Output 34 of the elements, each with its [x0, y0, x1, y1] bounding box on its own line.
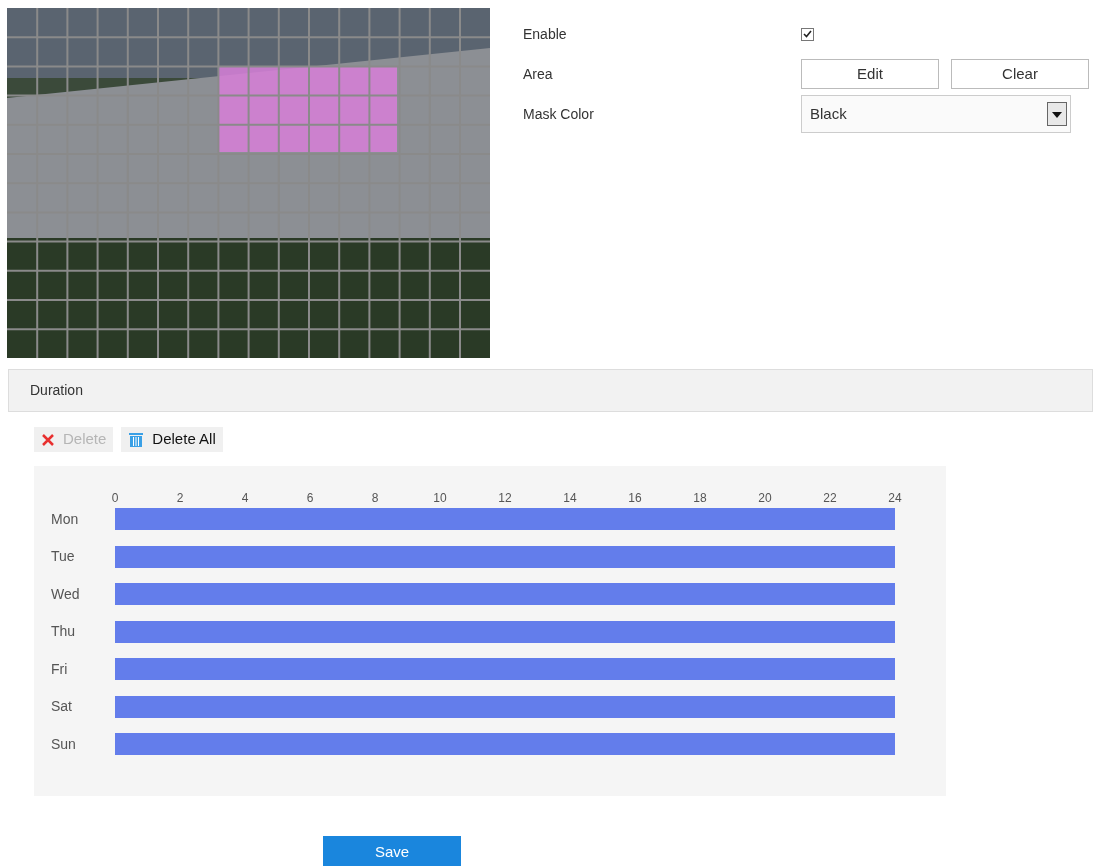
day-label: Fri	[50, 659, 69, 679]
day-label: Wed	[50, 584, 81, 604]
hour-tick-label: 14	[563, 490, 577, 507]
hour-tick-label: 20	[758, 490, 772, 507]
hour-tick-label: 10	[433, 490, 447, 507]
mask-color-select[interactable]: Black	[801, 95, 1071, 133]
duration-header: Duration	[8, 369, 1093, 412]
delete-all-button[interactable]: Delete All	[121, 427, 223, 452]
select-value: Black	[810, 103, 847, 124]
hour-tick-label: 22	[823, 490, 837, 507]
hour-tick-label: 16	[628, 490, 642, 507]
day-label: Tue	[50, 547, 76, 566]
hour-tick-label: 24	[888, 490, 902, 507]
trash-icon	[128, 431, 145, 448]
enable-label: Enable	[523, 24, 568, 44]
hour-tick-label: 4	[241, 490, 249, 507]
day-label: Sun	[50, 734, 77, 754]
checkmark-icon	[803, 30, 812, 38]
hour-tick-label: 2	[176, 490, 184, 507]
clear-button[interactable]: Clear	[951, 59, 1089, 89]
hour-tick-label: 8	[371, 490, 379, 507]
mask-color-label: Mask Color	[523, 104, 595, 124]
day-label: Mon	[50, 509, 80, 529]
area-label: Area	[523, 64, 554, 84]
day-label: Sat	[50, 697, 73, 716]
hour-tick-label: 0	[111, 490, 119, 507]
hour-tick-label: 18	[693, 490, 707, 507]
day-label: Thu	[50, 622, 77, 641]
save-button[interactable]: Save	[323, 836, 461, 866]
hour-tick-label: 12	[498, 490, 512, 507]
edit-button[interactable]: Edit	[801, 59, 939, 89]
close-icon	[41, 432, 55, 447]
enable-checkbox[interactable]	[801, 27, 814, 41]
hour-tick-label: 6	[306, 490, 314, 507]
